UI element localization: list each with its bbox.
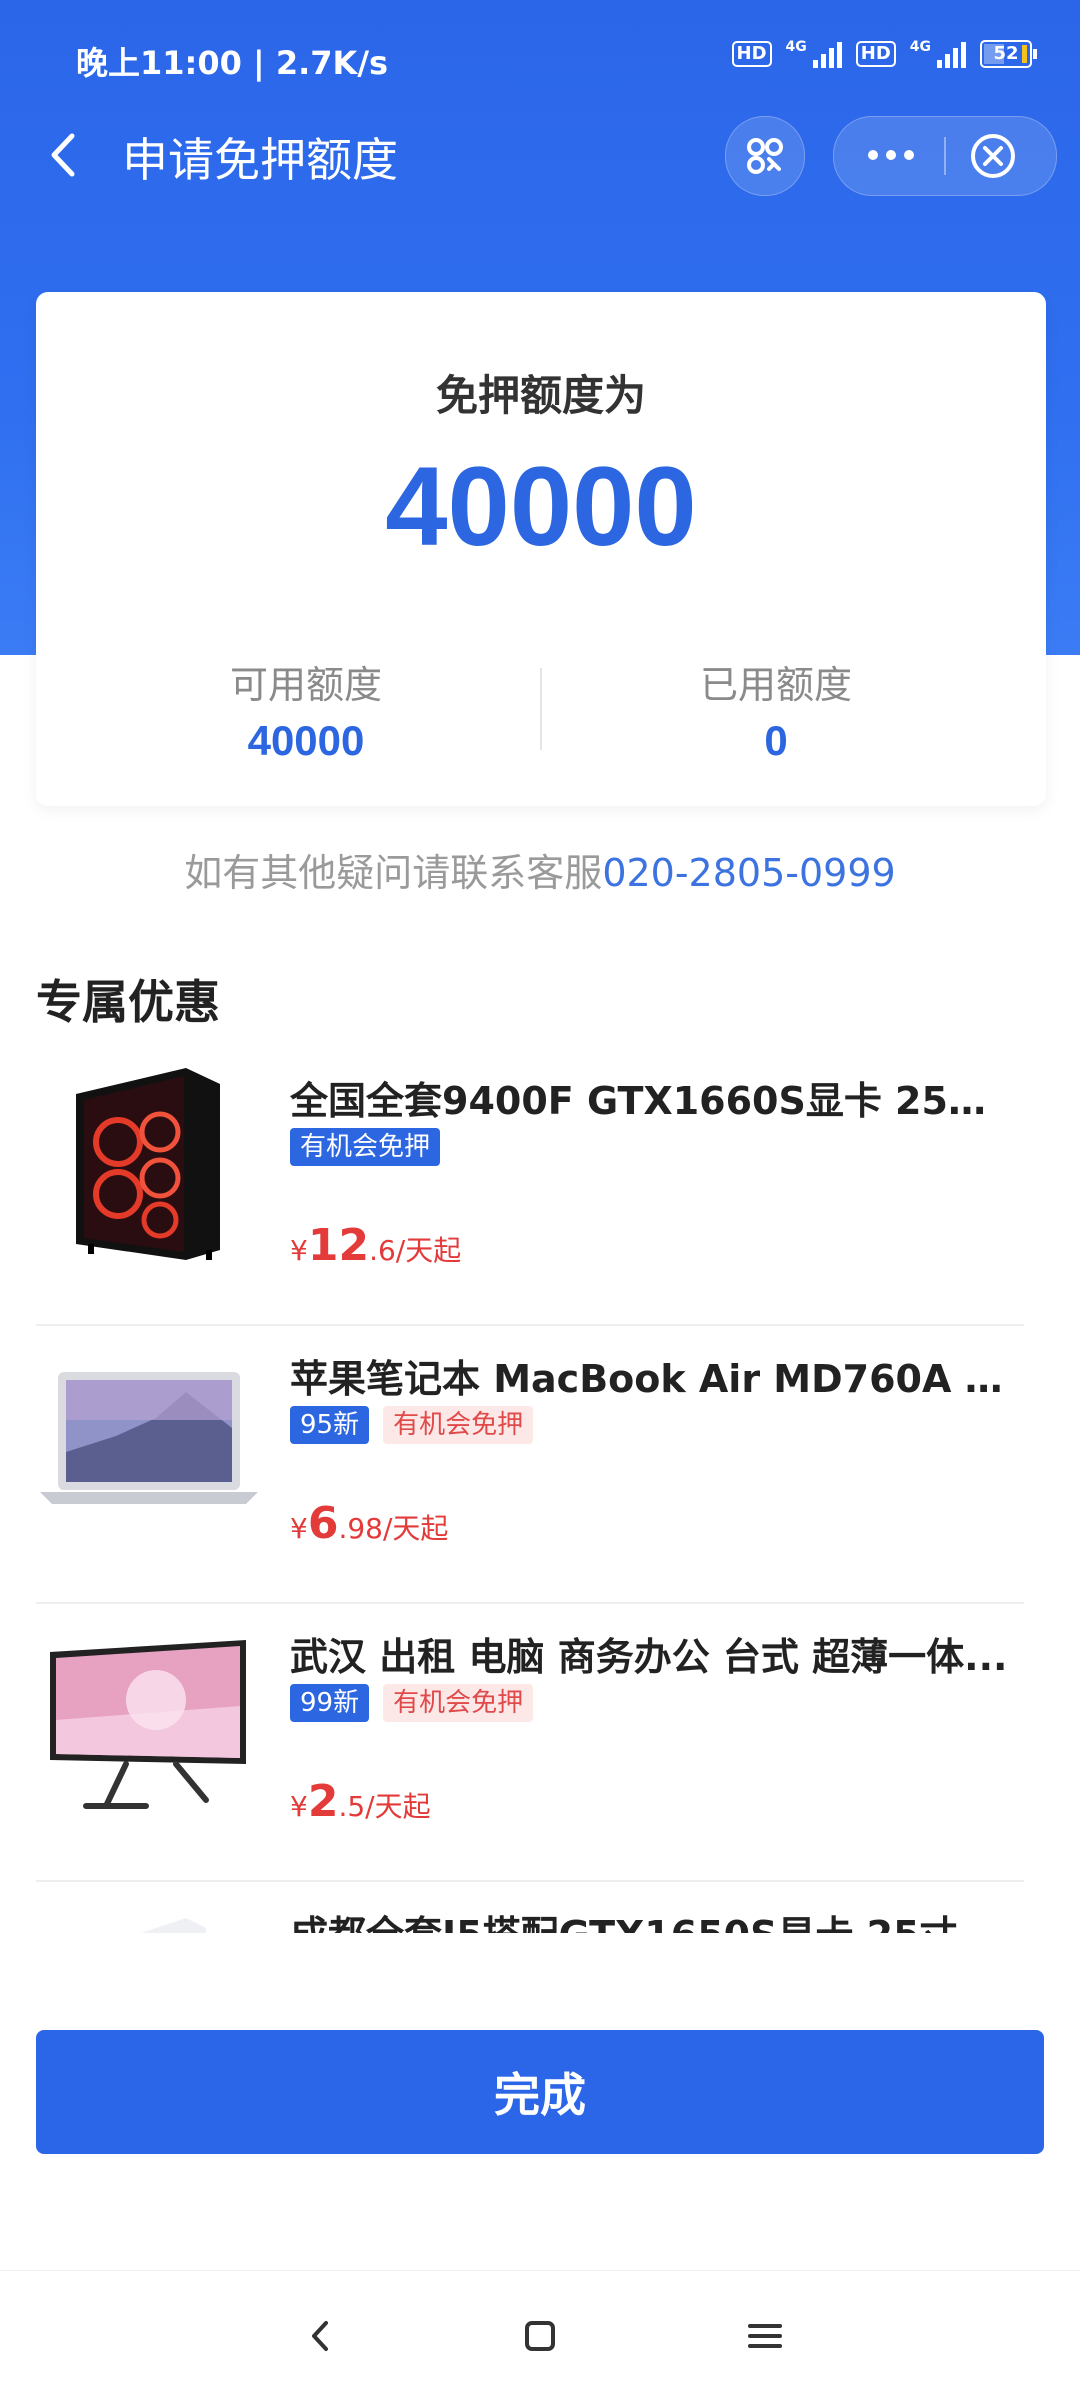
contact-line: 如有其他疑问请联系客服020-2805-0999 bbox=[0, 842, 1080, 897]
deposit-free-tag: 有机会免押 bbox=[383, 1406, 534, 1444]
all-in-one-pc-thumbnail bbox=[36, 1610, 262, 1836]
network-type-label: 4G bbox=[785, 39, 807, 55]
section-title: 专属优惠 bbox=[36, 975, 220, 1029]
laptop-thumbnail bbox=[36, 1332, 262, 1558]
done-button[interactable]: 完成 bbox=[36, 2030, 1044, 2154]
system-navigation-bar bbox=[0, 2270, 1080, 2401]
desktop-pc-thumbnail bbox=[36, 1054, 262, 1280]
currency-symbol: ¥ bbox=[290, 1234, 308, 1267]
product-price: ¥2.5/天起 bbox=[290, 1776, 431, 1827]
nav-bar: 申请免押额度 bbox=[0, 110, 1080, 200]
hd-icon: HD bbox=[731, 41, 772, 67]
used-quota-label: 已用额度 bbox=[699, 663, 852, 707]
price-integer: 12 bbox=[307, 1220, 370, 1271]
product-price: ¥6.98/天起 bbox=[290, 1498, 448, 1549]
product-title: 武汉 出租 电脑 商务办公 台式 超薄一体... bbox=[290, 1635, 1008, 1679]
stat-divider bbox=[540, 668, 542, 750]
price-suffix: .6/天起 bbox=[369, 1234, 462, 1267]
desktop-pc-thumbnail bbox=[36, 1888, 262, 1933]
contact-text: 如有其他疑问请联系客服 bbox=[184, 851, 603, 895]
capsule-divider bbox=[944, 137, 946, 175]
customer-service-phone[interactable]: 020-2805-0999 bbox=[602, 851, 895, 895]
available-quota-value: 40000 bbox=[247, 717, 365, 764]
menu-capsule bbox=[833, 116, 1057, 196]
product-title: 成都全套I5搭配GTX1650S显卡 25寸14... bbox=[290, 1904, 1020, 1933]
system-menu-icon[interactable] bbox=[740, 2311, 790, 2361]
product-tags: 99新 有机会免押 bbox=[290, 1684, 534, 1722]
quota-card: 免押额度为 40000 可用额度 40000 已用额度 0 bbox=[36, 292, 1046, 806]
product-tags: 95新 有机会免押 bbox=[290, 1406, 534, 1444]
quota-label: 免押额度为 bbox=[435, 371, 646, 420]
product-price: ¥12.6/天起 bbox=[290, 1220, 461, 1271]
page-title: 申请免押额度 bbox=[122, 133, 398, 187]
status-bar: 晚上11:00 | 2.7K/s HD 4G HD 4G 52 bbox=[0, 0, 1080, 90]
product-item[interactable]: 武汉 出租 电脑 商务办公 台式 超薄一体... 99新 有机会免押 ¥2.5/… bbox=[36, 1604, 1024, 1882]
scan-icon bbox=[747, 138, 783, 174]
system-back-icon[interactable] bbox=[296, 2311, 346, 2361]
product-list: 全国全套9400F GTX1660S显卡 25寸电... 有机会免押 ¥12.6… bbox=[36, 1048, 1024, 1933]
battery-level: 52 bbox=[993, 43, 1019, 64]
available-quota-label: 可用额度 bbox=[229, 663, 382, 707]
hd-icon: HD bbox=[855, 41, 896, 67]
used-quota: 已用额度 0 bbox=[546, 654, 1006, 765]
status-icons: HD 4G HD 4G 52 bbox=[731, 39, 1037, 68]
more-icon[interactable] bbox=[856, 135, 926, 175]
currency-symbol: ¥ bbox=[290, 1790, 308, 1823]
available-quota: 可用额度 40000 bbox=[76, 654, 536, 765]
currency-symbol: ¥ bbox=[290, 1512, 308, 1545]
scan-button[interactable] bbox=[725, 116, 805, 196]
system-home-icon[interactable] bbox=[515, 2311, 565, 2361]
product-tags: 有机会免押 bbox=[290, 1128, 441, 1166]
product-title: 全国全套9400F GTX1660S显卡 25寸电... bbox=[290, 1079, 1020, 1123]
quota-amount: 40000 bbox=[385, 444, 697, 569]
network-type-label: 4G bbox=[909, 39, 931, 55]
product-title: 苹果笔记本 MacBook Air MD760A 13.3... bbox=[290, 1357, 1020, 1401]
product-item[interactable]: 成都全套I5搭配GTX1650S显卡 25寸14... bbox=[36, 1882, 1024, 1933]
status-time: 晚上11:00 | 2.7K/s bbox=[76, 44, 389, 82]
battery-icon: 52 bbox=[980, 40, 1037, 68]
condition-tag: 95新 bbox=[290, 1406, 370, 1444]
deposit-free-tag: 有机会免押 bbox=[383, 1684, 534, 1722]
condition-tag: 99新 bbox=[290, 1684, 370, 1722]
price-suffix: .5/天起 bbox=[338, 1790, 431, 1823]
used-quota-value: 0 bbox=[764, 717, 788, 764]
product-tag: 有机会免押 bbox=[290, 1128, 441, 1166]
price-integer: 2 bbox=[307, 1776, 339, 1827]
back-arrow-icon[interactable] bbox=[40, 130, 90, 180]
product-item[interactable]: 苹果笔记本 MacBook Air MD760A 13.3... 95新 有机会… bbox=[36, 1326, 1024, 1604]
signal-icon bbox=[937, 40, 966, 68]
price-integer: 6 bbox=[307, 1498, 339, 1549]
product-item[interactable]: 全国全套9400F GTX1660S显卡 25寸电... 有机会免押 ¥12.6… bbox=[36, 1048, 1024, 1326]
price-suffix: .98/天起 bbox=[338, 1512, 449, 1545]
signal-icon bbox=[812, 40, 842, 68]
close-icon[interactable] bbox=[968, 131, 1018, 181]
